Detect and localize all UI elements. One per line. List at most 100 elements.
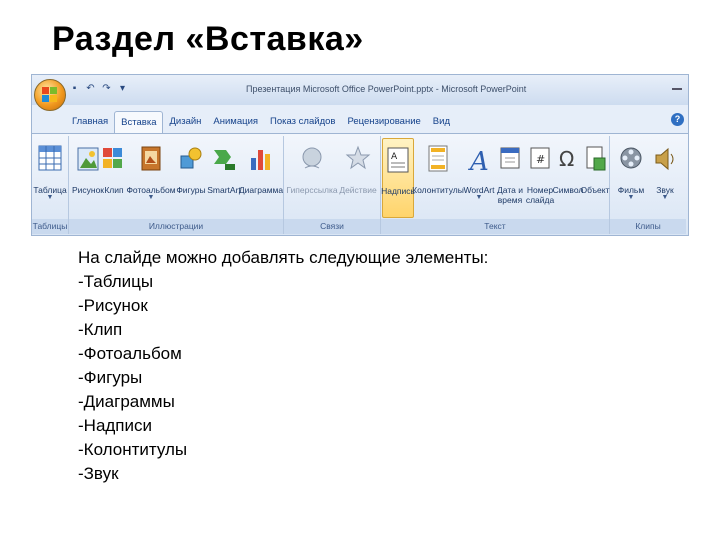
save-icon[interactable]: ▪: [68, 82, 81, 95]
table-button[interactable]: Таблица ▼: [33, 138, 67, 201]
list-item: -Рисунок: [78, 296, 148, 315]
picture-button[interactable]: Рисунок: [71, 138, 105, 195]
tab-design[interactable]: Дизайн: [163, 111, 207, 133]
slide-body-text: На слайде можно добавлять следующие элем…: [78, 246, 488, 486]
wordart-icon: A: [466, 144, 492, 178]
group-media-label: Клипы мультимедиа: [610, 219, 686, 234]
chevron-down-icon: ▼: [147, 194, 155, 201]
chevron-down-icon: ▼: [661, 194, 669, 201]
symbol-label: Символ: [552, 185, 584, 195]
object-button[interactable]: Объект: [581, 138, 609, 195]
svg-text:Ω: Ω: [559, 147, 574, 171]
shapes-label: Фигуры: [176, 185, 206, 195]
group-tables-label: Таблицы: [32, 219, 68, 234]
chart-label: Диаграмма: [238, 185, 284, 195]
chevron-down-icon: ▼: [627, 194, 635, 201]
film-reel-icon: [618, 144, 644, 178]
tab-insert[interactable]: Вставка: [114, 111, 164, 134]
tab-view[interactable]: Вид: [427, 111, 456, 133]
title-bar: ▪ ↶ ↷ ▾ Презентация Microsoft Office Pow…: [32, 75, 688, 105]
clip-art-icon: [101, 144, 127, 178]
group-text-label: Текст: [381, 219, 609, 234]
shapes-button[interactable]: Фигуры: [176, 138, 206, 195]
omega-symbol-icon: Ω: [555, 144, 581, 178]
slide-number-button[interactable]: # Номер слайда: [525, 138, 555, 205]
table-icon: [37, 144, 63, 178]
powerpoint-ribbon-screenshot: ▪ ↶ ↷ ▾ Презентация Microsoft Office Pow…: [31, 74, 689, 236]
sound-button[interactable]: Звук ▼: [650, 138, 680, 201]
list-item: -Колонтитулы: [78, 440, 188, 459]
slide-number-label: Номер слайда: [525, 185, 555, 205]
chevron-down-icon: ▼: [46, 194, 54, 201]
group-links: Гиперссылка Действие Связи: [284, 136, 381, 234]
svg-text:#: #: [536, 153, 545, 166]
customize-qat-icon[interactable]: ▾: [116, 82, 129, 95]
symbol-button[interactable]: Ω Символ: [552, 138, 584, 195]
list-item: -Диаграммы: [78, 392, 175, 411]
chart-button[interactable]: Диаграмма: [238, 138, 284, 195]
svg-text:A: A: [468, 147, 489, 174]
undo-icon[interactable]: ↶: [84, 82, 97, 95]
chevron-down-icon: ▼: [475, 194, 483, 201]
smartart-icon: [211, 144, 237, 178]
wordart-button[interactable]: A WordArt ▼: [463, 138, 495, 201]
chart-icon: [248, 144, 274, 178]
date-time-button[interactable]: Дата и время: [497, 138, 523, 205]
picture-label: Рисунок: [71, 185, 105, 195]
list-item: -Клип: [78, 320, 123, 339]
header-footer-icon: [425, 144, 451, 178]
group-tables: Таблица ▼ Таблицы: [32, 136, 69, 234]
photo-album-icon: [138, 144, 164, 178]
text-box-icon: A: [385, 145, 411, 179]
picture-icon: [75, 144, 101, 178]
list-item: -Звук: [78, 464, 119, 483]
clip-button[interactable]: Клип: [103, 138, 125, 195]
list-item: -Фигуры: [78, 368, 143, 387]
intro-line: На слайде можно добавлять следующие элем…: [78, 248, 489, 267]
header-footer-button[interactable]: Колонтитулы: [412, 138, 464, 195]
svg-text:A: A: [391, 152, 398, 162]
action-label: Действие: [339, 185, 377, 195]
tab-home[interactable]: Главная: [66, 111, 114, 133]
redo-icon[interactable]: ↷: [100, 82, 113, 95]
date-time-label: Дата и время: [497, 185, 523, 205]
ribbon-panel: Таблица ▼ Таблицы Рисунок Клип Фотоальбо…: [32, 133, 688, 235]
tab-slideshow[interactable]: Показ слайдов: [264, 111, 341, 133]
photo-album-button[interactable]: Фотоальбом ▼: [126, 138, 176, 201]
list-item: -Таблицы: [78, 272, 154, 291]
object-label: Объект: [580, 185, 610, 195]
hyperlink-label: Гиперссылка: [286, 185, 338, 195]
calendar-icon: [497, 144, 523, 178]
tab-review[interactable]: Рецензирование: [341, 111, 426, 133]
tab-animation[interactable]: Анимация: [207, 111, 264, 133]
hyperlink-globe-icon: [299, 144, 325, 178]
help-icon[interactable]: ?: [671, 113, 684, 126]
group-illustrations: Рисунок Клип Фотоальбом ▼ Фигуры SmartAr…: [69, 136, 284, 234]
group-illustrations-label: Иллюстрации: [69, 219, 283, 234]
quick-access-toolbar: ▪ ↶ ↷ ▾: [68, 82, 129, 95]
minimize-icon[interactable]: [672, 88, 682, 90]
window-title: Презентация Microsoft Office PowerPoint.…: [246, 84, 527, 94]
header-footer-label: Колонтитулы: [412, 185, 464, 195]
list-item: -Надписи: [78, 416, 153, 435]
group-links-label: Связи: [284, 219, 380, 234]
group-media: Фильм ▼ Звук ▼ Клипы мультимедиа: [610, 136, 686, 234]
text-box-button[interactable]: A Надпись: [381, 138, 415, 218]
ribbon-tabs: Главная Вставка Дизайн Анимация Показ сл…: [66, 111, 456, 134]
action-button[interactable]: Действие: [338, 138, 378, 195]
clip-label: Клип: [104, 185, 124, 195]
office-button[interactable]: [34, 79, 66, 111]
speaker-icon: [652, 144, 678, 178]
smartart-button[interactable]: SmartArt: [207, 138, 241, 195]
slide-title: Раздел «Вставка»: [52, 20, 364, 58]
list-item: -Фотоальбом: [78, 344, 182, 363]
movie-button[interactable]: Фильм ▼: [616, 138, 646, 201]
action-star-icon: [345, 144, 371, 178]
group-text: A Надпись Колонтитулы A WordArt ▼ Дата и…: [381, 136, 610, 234]
shapes-icon: [178, 144, 204, 178]
hyperlink-button[interactable]: Гиперссылка: [286, 138, 338, 195]
object-icon: [582, 144, 608, 178]
text-box-label: Надпись: [381, 186, 415, 196]
smartart-label: SmartArt: [207, 185, 241, 195]
slide-number-icon: #: [527, 144, 553, 178]
